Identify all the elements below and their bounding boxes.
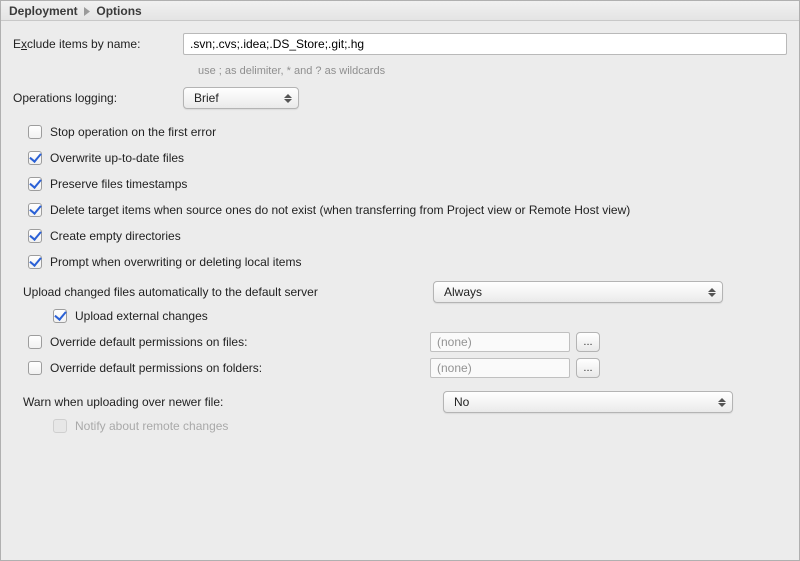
upload-external-label: Upload external changes [75,309,208,323]
perm-dirs-row: Override default permissions on folders:… [13,355,787,381]
auto-upload-value: Always [444,285,482,299]
deployment-options-panel: Deployment Options Exclude items by name… [0,0,800,561]
operations-logging-select[interactable]: Brief [183,87,299,109]
delete-target-label: Delete target items when source ones do … [50,203,630,217]
ellipsis-icon: ... [583,336,592,348]
stop-on-error-label: Stop operation on the first error [50,125,216,139]
chevron-right-icon [83,7,91,16]
create-empty-dirs-label: Create empty directories [50,229,181,243]
perm-dirs-checkbox[interactable] [28,361,42,375]
preserve-timestamps-checkbox[interactable] [28,177,42,191]
overwrite-label: Overwrite up-to-date files [50,151,184,165]
preserve-timestamps-row[interactable]: Preserve files timestamps [13,171,787,197]
perm-dirs-label: Override default permissions on folders: [50,361,430,375]
overwrite-row[interactable]: Overwrite up-to-date files [13,145,787,171]
create-empty-dirs-checkbox[interactable] [28,229,42,243]
breadcrumb: Deployment Options [1,1,799,21]
exclude-items-label: Exclude items by name: [13,33,183,51]
create-empty-dirs-row[interactable]: Create empty directories [13,223,787,249]
warn-newer-value: No [454,395,469,409]
warn-newer-label: Warn when uploading over newer file: [23,395,443,409]
notify-remote-row: Notify about remote changes [13,413,787,439]
stop-on-error-row[interactable]: Stop operation on the first error [13,119,787,145]
delete-target-row[interactable]: Delete target items when source ones do … [13,197,787,223]
exclude-items-field[interactable] [183,33,787,55]
notify-remote-checkbox [53,419,67,433]
perm-dirs-browse-button[interactable]: ... [576,358,600,378]
updown-icon [716,398,728,407]
overwrite-checkbox[interactable] [28,151,42,165]
upload-external-row[interactable]: Upload external changes [13,303,787,329]
perm-dirs-field [430,358,570,378]
perm-files-field [430,332,570,352]
perm-files-browse-button[interactable]: ... [576,332,600,352]
operations-logging-value: Brief [194,91,219,105]
updown-icon [706,288,718,297]
prompt-overwrite-label: Prompt when overwriting or deleting loca… [50,255,301,269]
breadcrumb-leaf[interactable]: Options [96,4,141,18]
exclude-items-hint: use ; as delimiter, * and ? as wildcards [13,61,787,87]
prompt-overwrite-checkbox[interactable] [28,255,42,269]
delete-target-checkbox[interactable] [28,203,42,217]
breadcrumb-root[interactable]: Deployment [9,4,78,18]
perm-files-label: Override default permissions on files: [50,335,430,349]
warn-newer-select[interactable]: No [443,391,733,413]
perm-files-row: Override default permissions on files: .… [13,329,787,355]
content-area: Exclude items by name: use ; as delimite… [1,21,799,439]
prompt-overwrite-row[interactable]: Prompt when overwriting or deleting loca… [13,249,787,275]
auto-upload-label: Upload changed files automatically to th… [23,285,433,299]
operations-logging-label: Operations logging: [13,91,183,105]
stop-on-error-checkbox[interactable] [28,125,42,139]
upload-external-checkbox[interactable] [53,309,67,323]
preserve-timestamps-label: Preserve files timestamps [50,177,187,191]
auto-upload-select[interactable]: Always [433,281,723,303]
updown-icon [282,94,294,103]
ellipsis-icon: ... [583,362,592,374]
notify-remote-label: Notify about remote changes [75,419,228,433]
perm-files-checkbox[interactable] [28,335,42,349]
